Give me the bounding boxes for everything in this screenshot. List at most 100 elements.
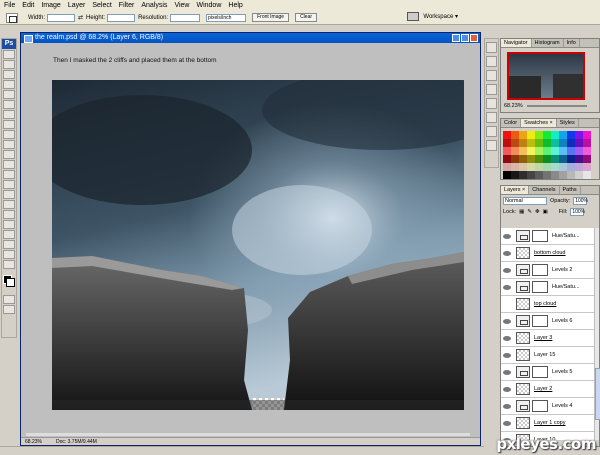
color-swatch[interactable] [567, 163, 575, 171]
color-swatch[interactable] [583, 131, 591, 139]
color-swatch[interactable] [519, 147, 527, 155]
color-swatch[interactable] [543, 139, 551, 147]
tab-channels[interactable]: Channels [529, 186, 560, 194]
color-swatch[interactable] [559, 147, 567, 155]
color-swatch[interactable] [567, 139, 575, 147]
visibility-eye-icon[interactable] [503, 233, 511, 239]
brush-tool-icon[interactable] [3, 120, 15, 129]
color-swatch[interactable] [503, 139, 511, 147]
color-swatch[interactable] [527, 139, 535, 147]
color-swatch[interactable] [543, 171, 551, 179]
color-swatch[interactable] [551, 155, 559, 163]
color-swatch[interactable] [543, 147, 551, 155]
zoom-tool-icon[interactable] [3, 260, 15, 269]
eraser-tool-icon[interactable] [3, 150, 15, 159]
color-swatch[interactable] [503, 163, 511, 171]
layers-scrollbar[interactable] [594, 228, 600, 440]
visibility-eye-icon[interactable] [503, 420, 511, 426]
paragraph-icon[interactable] [486, 98, 497, 109]
width-input[interactable] [47, 13, 76, 22]
menu-edit[interactable]: Edit [22, 2, 34, 9]
layer-row[interactable]: Hue/Satu... [501, 228, 599, 245]
color-swatch[interactable] [535, 131, 543, 139]
color-swatch[interactable] [527, 131, 535, 139]
visibility-eye-icon[interactable] [503, 335, 511, 341]
layer-mask-thumbnail[interactable] [532, 264, 548, 276]
clear-button[interactable]: Clear [295, 13, 318, 22]
color-swatch[interactable] [583, 147, 591, 155]
layer-row[interactable]: Layer 1 copy [501, 415, 599, 432]
color-swatch[interactable] [567, 147, 575, 155]
color-swatch[interactable] [535, 139, 543, 147]
tab-info[interactable]: Info [564, 39, 580, 47]
history-brush-tool-icon[interactable] [3, 140, 15, 149]
character-icon[interactable] [486, 84, 497, 95]
color-swatch[interactable] [527, 155, 535, 163]
color-swatch[interactable] [583, 155, 591, 163]
tab-swatches[interactable]: Swatches × [521, 119, 557, 127]
color-swatch[interactable] [543, 155, 551, 163]
color-swatch[interactable] [503, 171, 511, 179]
menu-help[interactable]: Help [228, 2, 242, 9]
color-swatch[interactable] [551, 139, 559, 147]
pen-tool-icon[interactable] [3, 190, 15, 199]
hand-tool-icon[interactable] [3, 250, 15, 259]
visibility-eye-icon[interactable] [503, 267, 511, 273]
gradient-tool-icon[interactable] [3, 160, 15, 169]
horizontal-scrollbar[interactable] [26, 433, 470, 436]
layer-mask-thumbnail[interactable] [532, 230, 548, 242]
zoom-slider[interactable] [526, 105, 587, 107]
color-swatch[interactable] [559, 131, 567, 139]
color-swatch[interactable] [527, 163, 535, 171]
tab-styles[interactable]: Styles [557, 119, 579, 127]
color-swatch[interactable] [519, 131, 527, 139]
background-color-swatch[interactable] [6, 278, 15, 287]
lasso-tool-icon[interactable] [3, 70, 15, 79]
zoom-readout[interactable]: 68.23% [25, 438, 42, 445]
notes-tool-icon[interactable] [3, 230, 15, 239]
document-title-bar[interactable]: the realm.psd @ 68.2% (Layer 6, RGB/8) [21, 33, 480, 43]
maximize-icon[interactable] [461, 34, 469, 42]
color-swatch[interactable] [535, 171, 543, 179]
tab-histogram[interactable]: Histogram [532, 39, 564, 47]
dodge-tool-icon[interactable] [3, 180, 15, 189]
color-swatch[interactable] [543, 163, 551, 171]
lock-move-icon[interactable]: ✥ [535, 209, 540, 215]
visibility-eye-icon[interactable] [503, 250, 511, 256]
color-swatch[interactable] [559, 171, 567, 179]
eyedropper-tool-icon[interactable] [3, 240, 15, 249]
layer-row[interactable]: Layer 2 [501, 381, 599, 398]
layer-mask-thumbnail[interactable] [532, 366, 548, 378]
color-swatch[interactable] [519, 155, 527, 163]
color-swatch[interactable] [511, 163, 519, 171]
layer-mask-thumbnail[interactable] [532, 400, 548, 412]
color-swatch[interactable] [559, 163, 567, 171]
color-swatch[interactable] [567, 171, 575, 179]
path-selection-tool-icon[interactable] [3, 210, 15, 219]
layer-mask-thumbnail[interactable] [532, 281, 548, 293]
actions-icon[interactable] [486, 112, 497, 123]
layer-comps-icon[interactable] [486, 70, 497, 81]
layer-row[interactable]: Levels 2 [501, 262, 599, 279]
blur-tool-icon[interactable] [3, 170, 15, 179]
quick-mask-icon[interactable] [3, 295, 15, 304]
marquee-tool-icon[interactable] [3, 60, 15, 69]
visibility-eye-icon[interactable] [503, 284, 511, 290]
color-swatch[interactable] [583, 139, 591, 147]
swap-icon[interactable]: ⇄ [78, 14, 83, 21]
visibility-eye-icon[interactable] [503, 318, 511, 324]
move-tool-icon[interactable] [3, 50, 15, 59]
menu-window[interactable]: Window [196, 2, 221, 9]
menu-file[interactable]: File [4, 2, 15, 9]
color-swatch[interactable] [511, 171, 519, 179]
resolution-unit-select[interactable]: pixels/inch [206, 13, 247, 22]
visibility-eye-icon[interactable] [503, 302, 511, 307]
tool-presets-icon[interactable] [486, 56, 497, 67]
color-swatch[interactable] [575, 171, 583, 179]
color-swatch[interactable] [511, 155, 519, 163]
fill-input[interactable]: 100% [570, 207, 585, 216]
color-swatch[interactable] [503, 147, 511, 155]
healing-brush-tool-icon[interactable] [3, 110, 15, 119]
color-swatch[interactable] [551, 147, 559, 155]
color-swatch[interactable] [527, 171, 535, 179]
